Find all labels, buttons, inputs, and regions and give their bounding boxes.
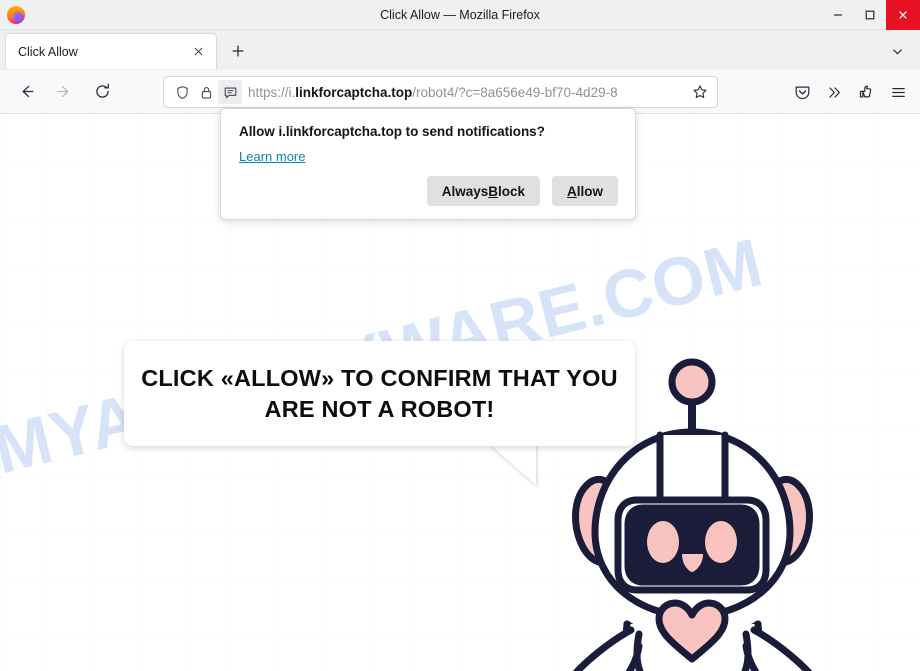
popup-buttons: Always Block Allow [426,176,618,206]
firefox-browser-window: Click Allow — Mozilla Firefox Click Allo… [0,0,920,671]
account-icon[interactable] [850,76,882,108]
shield-icon[interactable] [170,80,194,104]
double-chevron-right-icon[interactable] [818,76,850,108]
address-bar-text[interactable]: https://i.linkforcaptcha.top/robot4/?c=8… [248,85,687,100]
always-block-accesskey: B [488,183,498,199]
address-bar[interactable]: https://i.linkforcaptcha.top/robot4/?c=8… [163,76,718,108]
allow-button[interactable]: Allow [552,176,618,206]
bookmark-star-icon[interactable] [687,79,713,105]
forward-button[interactable] [48,76,80,108]
back-button[interactable] [10,76,42,108]
tab-close-icon[interactable] [188,42,208,62]
hamburger-menu-icon[interactable] [882,76,914,108]
tab-title: Click Allow [18,44,78,59]
popup-title: Allow i.linkforcaptcha.top to send notif… [239,124,545,139]
url-domain: linkforcaptcha.top [295,84,413,100]
notification-permission-icon[interactable] [218,80,242,104]
minimize-button[interactable] [822,0,854,30]
new-tab-button[interactable] [223,36,253,66]
always-block-prefix: Always [441,183,489,199]
allow-suffix: llow [576,183,603,199]
always-block-suffix: lock [497,183,525,199]
title-bar: Click Allow — Mozilla Firefox [0,0,920,30]
callout-box: CLICK «ALLOW» TO CONFIRM THAT YOU ARE NO… [124,341,635,446]
callout-text: CLICK «ALLOW» TO CONFIRM THAT YOU ARE NO… [127,363,632,423]
reload-button[interactable] [86,76,118,108]
url-scheme: https:// [248,84,289,100]
callout-tail [488,443,536,485]
close-button[interactable] [886,0,920,30]
browser-tab[interactable]: Click Allow [5,33,217,69]
callout-line-1: CLICK «ALLOW» TO CONFIRM THAT YOU [141,365,618,392]
callout-line-2: ARE NOT A ROBOT! [264,395,495,422]
allow-accesskey: A [567,183,577,199]
window-controls [822,0,920,30]
url-path: /robot4/?c=8a656e49-bf70-4d29-8 [412,84,618,100]
toolbar-right-buttons [786,76,914,108]
learn-more-link[interactable]: Learn more [239,149,305,164]
pocket-icon[interactable] [786,76,818,108]
maximize-button[interactable] [854,0,886,30]
window-title: Click Allow — Mozilla Firefox [380,8,540,22]
always-block-button[interactable]: Always Block [426,176,540,206]
list-all-tabs-button[interactable] [884,38,910,64]
tab-strip: Click Allow [0,30,920,70]
notification-permission-popup: Allow i.linkforcaptcha.top to send notif… [220,108,636,220]
lock-icon[interactable] [194,80,218,104]
